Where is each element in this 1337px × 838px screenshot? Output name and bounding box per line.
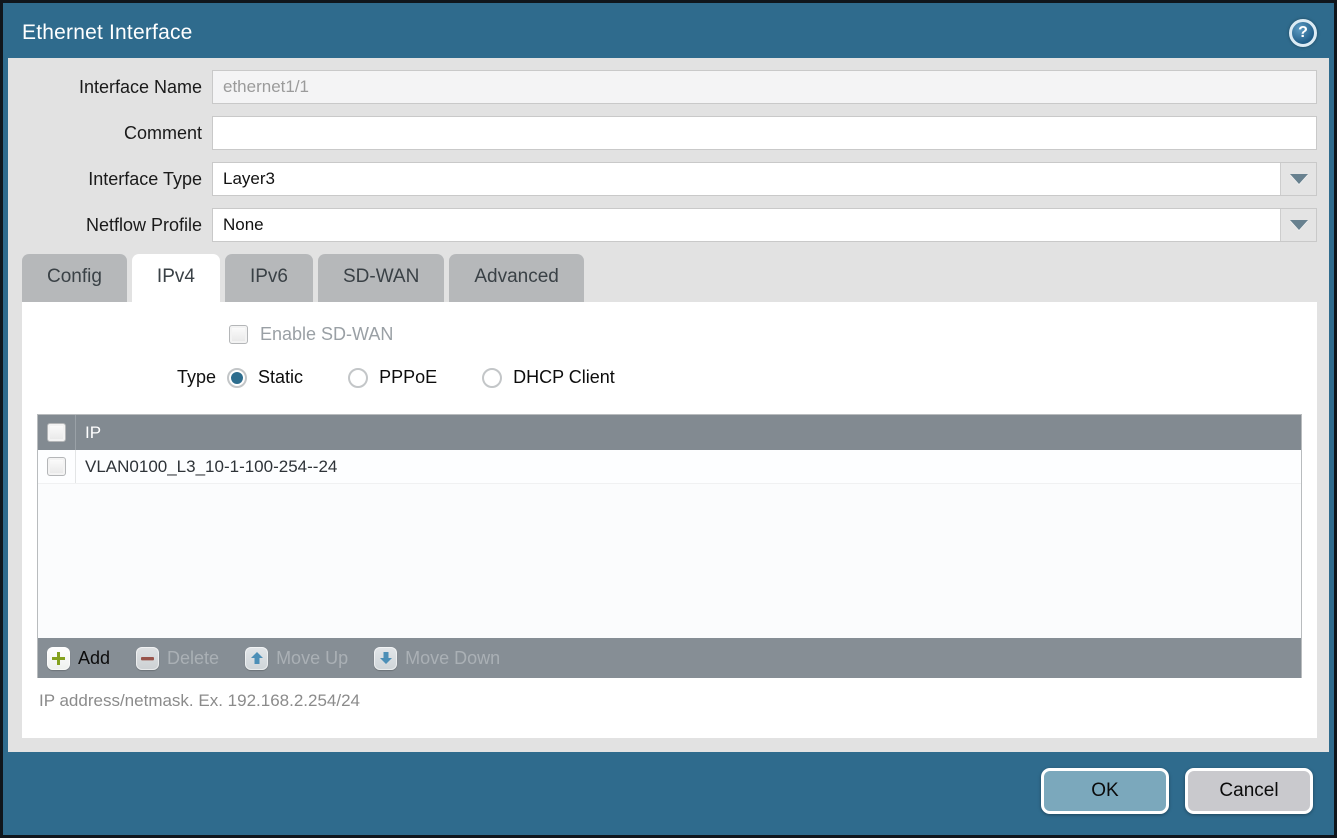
netflow-profile-label: Netflow Profile bbox=[22, 215, 212, 236]
form-row-comment: Comment bbox=[22, 116, 1317, 150]
table-row[interactable]: VLAN0100_L3_10-1-100-254--24 bbox=[38, 450, 1301, 484]
dialog-body: Interface Name Comment Interface Type La… bbox=[8, 58, 1329, 752]
radio-option-pppoe[interactable]: PPPoE bbox=[348, 367, 437, 388]
tab-bar: Config IPv4 IPv6 SD-WAN Advanced bbox=[22, 254, 1317, 302]
dialog-titlebar: Ethernet Interface ? bbox=[8, 8, 1329, 58]
row-checkbox[interactable] bbox=[47, 457, 66, 476]
move-down-button[interactable]: Move Down bbox=[374, 647, 500, 670]
tab-ipv6[interactable]: IPv6 bbox=[225, 254, 313, 302]
help-glyph: ? bbox=[1298, 24, 1308, 42]
move-up-button[interactable]: Move Up bbox=[245, 647, 348, 670]
ip-table-toolbar: Add Delete Move Up bbox=[38, 638, 1301, 678]
ipv4-tab-panel: Enable SD-WAN Type Static PPPoE DHCP Cli… bbox=[22, 302, 1317, 738]
enable-sdwan-label: Enable SD-WAN bbox=[260, 324, 393, 345]
chevron-down-icon bbox=[1290, 174, 1308, 184]
delete-icon bbox=[136, 647, 159, 670]
radio-icon-dhcp-client[interactable] bbox=[482, 368, 502, 388]
radio-icon-static[interactable] bbox=[227, 368, 247, 388]
tab-sd-wan[interactable]: SD-WAN bbox=[318, 254, 444, 302]
radio-label-dhcp-client: DHCP Client bbox=[513, 367, 615, 388]
netflow-profile-value: None bbox=[213, 209, 1280, 241]
type-label: Type bbox=[177, 367, 216, 388]
radio-option-dhcp-client[interactable]: DHCP Client bbox=[482, 367, 615, 388]
move-down-button-label: Move Down bbox=[405, 648, 500, 669]
arrow-down-icon bbox=[374, 647, 397, 670]
interface-type-dropdown-button[interactable] bbox=[1280, 163, 1316, 195]
chevron-down-icon bbox=[1290, 220, 1308, 230]
ok-button[interactable]: OK bbox=[1041, 768, 1169, 814]
radio-label-pppoe: PPPoE bbox=[379, 367, 437, 388]
interface-type-select[interactable]: Layer3 bbox=[212, 162, 1317, 196]
interface-type-value: Layer3 bbox=[213, 163, 1280, 195]
dialog-footer: OK Cancel bbox=[8, 752, 1329, 830]
delete-button-label: Delete bbox=[167, 648, 219, 669]
ip-format-hint: IP address/netmask. Ex. 192.168.2.254/24 bbox=[22, 691, 1317, 711]
interface-type-label: Interface Type bbox=[22, 169, 212, 190]
form-row-netflow-profile: Netflow Profile None bbox=[22, 208, 1317, 242]
dialog-title: Ethernet Interface bbox=[22, 21, 193, 45]
screen: Ethernet Interface ? Interface Name Comm… bbox=[0, 0, 1337, 838]
delete-button[interactable]: Delete bbox=[136, 647, 219, 670]
help-icon[interactable]: ? bbox=[1289, 19, 1317, 47]
tab-config[interactable]: Config bbox=[22, 254, 127, 302]
enable-sdwan-checkbox[interactable] bbox=[229, 325, 248, 344]
header-checkbox-cell bbox=[38, 415, 76, 450]
move-up-button-label: Move Up bbox=[276, 648, 348, 669]
radio-label-static: Static bbox=[258, 367, 303, 388]
ip-column-header: IP bbox=[76, 423, 101, 443]
type-radio-group: Type Static PPPoE DHCP Client bbox=[177, 367, 1317, 388]
add-button-label: Add bbox=[78, 648, 110, 669]
cancel-button[interactable]: Cancel bbox=[1185, 768, 1313, 814]
tab-ipv4[interactable]: IPv4 bbox=[132, 254, 220, 302]
ethernet-interface-dialog: Ethernet Interface ? Interface Name Comm… bbox=[3, 3, 1334, 835]
comment-field[interactable] bbox=[212, 116, 1317, 150]
comment-label: Comment bbox=[22, 123, 212, 144]
arrow-up-icon bbox=[245, 647, 268, 670]
tab-advanced[interactable]: Advanced bbox=[449, 254, 584, 302]
ip-table-header: IP bbox=[38, 415, 1301, 450]
form-row-interface-name: Interface Name bbox=[22, 70, 1317, 104]
ip-cell-value: VLAN0100_L3_10-1-100-254--24 bbox=[76, 457, 337, 477]
radio-icon-pppoe[interactable] bbox=[348, 368, 368, 388]
radio-option-static[interactable]: Static bbox=[227, 367, 303, 388]
netflow-profile-select[interactable]: None bbox=[212, 208, 1317, 242]
ip-table: IP VLAN0100_L3_10-1-100-254--24 bbox=[37, 414, 1302, 678]
select-all-checkbox[interactable] bbox=[47, 423, 66, 442]
add-icon bbox=[47, 647, 70, 670]
enable-sdwan-row: Enable SD-WAN bbox=[229, 324, 1317, 345]
row-checkbox-cell bbox=[38, 450, 76, 483]
form-row-interface-type: Interface Type Layer3 bbox=[22, 162, 1317, 196]
interface-name-label: Interface Name bbox=[22, 77, 212, 98]
netflow-profile-dropdown-button[interactable] bbox=[1280, 209, 1316, 241]
ip-table-body: VLAN0100_L3_10-1-100-254--24 bbox=[38, 450, 1301, 638]
add-button[interactable]: Add bbox=[47, 647, 110, 670]
interface-name-field bbox=[212, 70, 1317, 104]
